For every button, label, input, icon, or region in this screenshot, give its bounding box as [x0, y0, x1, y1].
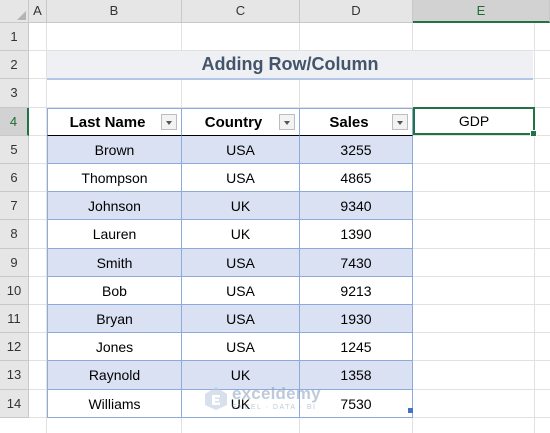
row-header-13[interactable]: 13 — [0, 361, 29, 390]
row-header-4[interactable]: 4 — [0, 107, 29, 136]
table-resize-handle[interactable] — [408, 408, 413, 413]
sheet-title: Adding Row/Column — [47, 51, 533, 80]
row-header-8[interactable]: 8 — [0, 220, 29, 249]
table-cell[interactable]: 3255 — [300, 135, 413, 164]
watermark-tagline: EXCEL · DATA · BI — [232, 404, 317, 411]
table-cell[interactable]: 4865 — [300, 164, 413, 193]
table-cell[interactable]: 9213 — [300, 276, 413, 305]
active-cell-value: GDP — [458, 113, 490, 129]
filter-dropdown-icon[interactable] — [279, 113, 295, 130]
table-cell[interactable]: Johnson — [47, 192, 182, 221]
table-header-label: Country — [204, 113, 263, 131]
table-cell[interactable]: 1390 — [300, 220, 413, 249]
table-cell[interactable]: Smith — [47, 248, 182, 277]
table-cell[interactable]: Raynold — [47, 361, 182, 390]
exceldemy-watermark: exceldemy EXCEL · DATA · BI — [203, 384, 321, 411]
row-header-1[interactable]: 1 — [0, 23, 29, 52]
row-header-9[interactable]: 9 — [0, 248, 29, 277]
watermark-name: exceldemy — [232, 384, 321, 403]
row-header-10[interactable]: 10 — [0, 276, 29, 305]
row-header-7[interactable]: 7 — [0, 192, 29, 221]
exceldemy-logo-icon — [205, 386, 227, 410]
filter-dropdown-icon[interactable] — [392, 113, 408, 130]
table-cell[interactable]: Williams — [47, 389, 182, 418]
table-header-label: Last Name — [69, 113, 146, 131]
column-header-a[interactable]: A — [29, 0, 47, 23]
table-cell[interactable]: USA — [182, 248, 300, 277]
row-header-6[interactable]: 6 — [0, 164, 29, 193]
column-header-c[interactable]: C — [182, 0, 300, 23]
row-header-5[interactable]: 5 — [0, 135, 29, 164]
row-header-11[interactable]: 11 — [0, 305, 29, 334]
table-header-cell[interactable]: Last Name — [47, 107, 182, 136]
table-cell[interactable]: USA — [182, 305, 300, 334]
table-cell[interactable]: 1930 — [300, 305, 413, 334]
table-cell[interactable]: 9340 — [300, 192, 413, 221]
table-cell[interactable]: Jones — [47, 333, 182, 362]
filter-dropdown-icon[interactable] — [161, 113, 177, 130]
select-all-corner[interactable] — [0, 0, 29, 23]
table-cell[interactable]: Bob — [47, 276, 182, 305]
row-header-14[interactable]: 14 — [0, 389, 29, 418]
table-cell[interactable]: UK — [182, 220, 300, 249]
table-cell[interactable]: USA — [182, 164, 300, 193]
table-cell[interactable]: Brown — [47, 135, 182, 164]
row-header-3[interactable]: 3 — [0, 79, 29, 108]
fill-handle[interactable] — [530, 130, 537, 137]
table-header-cell[interactable]: Sales — [300, 107, 413, 136]
column-header-e[interactable]: E — [413, 0, 550, 23]
table-cell[interactable]: UK — [182, 192, 300, 221]
active-cell-e4[interactable]: GDP — [413, 107, 537, 137]
column-header-b[interactable]: B — [47, 0, 182, 23]
table-cell[interactable]: USA — [182, 333, 300, 362]
table-cell[interactable]: USA — [182, 276, 300, 305]
gridline-vertical — [534, 23, 535, 433]
table-cell[interactable]: Lauren — [47, 220, 182, 249]
table-cell[interactable]: Bryan — [47, 305, 182, 334]
row-header-2[interactable]: 2 — [0, 51, 29, 80]
table-cell[interactable]: 7430 — [300, 248, 413, 277]
table-header-label: Sales — [329, 113, 369, 131]
table-header-cell[interactable]: Country — [182, 107, 300, 136]
table-cell[interactable]: Thompson — [47, 164, 182, 193]
table-cell[interactable]: 1245 — [300, 333, 413, 362]
column-header-d[interactable]: D — [300, 0, 413, 23]
row-header-12[interactable]: 12 — [0, 333, 29, 362]
table-cell[interactable]: USA — [182, 135, 300, 164]
